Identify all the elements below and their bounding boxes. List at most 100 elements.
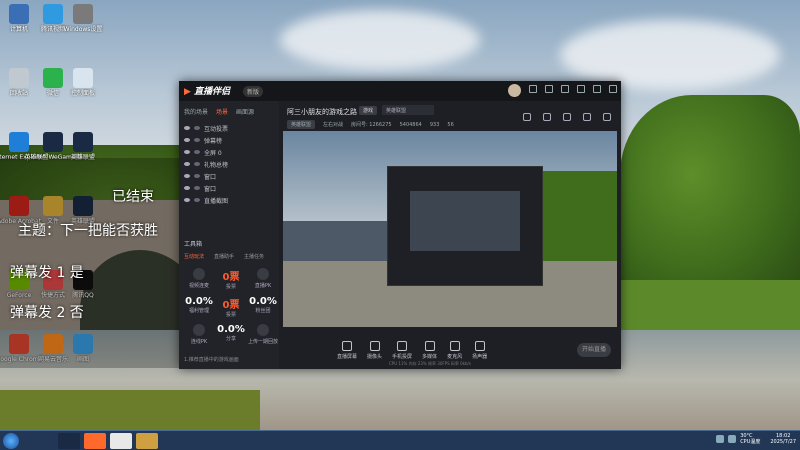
toolbox-item-value: 0票	[222, 272, 240, 283]
source-action-button[interactable]: 摄像头	[367, 340, 382, 360]
toolbox-item-label: 福利管理	[188, 308, 209, 314]
desktop-icon[interactable]: 微信	[36, 68, 70, 97]
taskbar-app[interactable]	[58, 433, 80, 449]
desktop-icon[interactable]: 控制面板	[66, 68, 100, 97]
app-icon	[73, 132, 93, 152]
lock-icon[interactable]	[194, 162, 200, 166]
toolbox-item[interactable]: 0.0% 分享	[216, 324, 246, 345]
desktop-icon[interactable]: Windows设置	[64, 4, 102, 33]
toolbox-item-value: 0票	[222, 300, 240, 311]
toolbox-item[interactable]: 视频连麦	[184, 268, 214, 290]
taskbar-app[interactable]	[84, 433, 106, 449]
room-id: 房间号: 1266275	[351, 122, 392, 128]
desktop-icon-label: 控制面板	[70, 90, 95, 97]
eye-icon[interactable]	[184, 150, 190, 154]
app-logo: ▶ 直播伴侣	[184, 87, 231, 97]
live-preview[interactable]	[283, 131, 617, 327]
eye-icon[interactable]	[184, 198, 190, 202]
vote-option-2: 弹幕发 2 否	[10, 305, 84, 321]
source-item[interactable]: 互动投票	[179, 122, 279, 134]
source-item[interactable]: 全屏 0	[179, 146, 279, 158]
minimize-button[interactable]	[577, 85, 585, 93]
menu-icon[interactable]	[561, 85, 569, 93]
wallpaper-cloud	[560, 20, 780, 90]
taskbar-app[interactable]	[136, 433, 158, 449]
desktop-icon[interactable]: 英雄联盟	[66, 132, 100, 161]
message-icon[interactable]	[529, 85, 537, 93]
volume-icon[interactable]	[728, 435, 737, 443]
wallpaper-grass	[0, 390, 260, 430]
room-mode: 左右对战	[323, 122, 344, 128]
network-icon[interactable]	[716, 435, 725, 443]
source-item[interactable]: 窗口	[179, 170, 279, 182]
eye-icon[interactable]	[184, 162, 190, 166]
lock-icon[interactable]	[194, 198, 200, 202]
vote-topic: 主题：下一把能否获胜	[18, 223, 158, 239]
lock-icon[interactable]	[194, 186, 200, 190]
title-bar: ▶ 直播伴侣 新版	[179, 81, 621, 101]
share-icon[interactable]	[603, 113, 611, 121]
close-button[interactable]	[609, 85, 617, 93]
source-item[interactable]: 窗口	[179, 182, 279, 194]
taskbar-app[interactable]	[110, 433, 132, 449]
lock-icon[interactable]	[194, 126, 200, 130]
scene-tab[interactable]: 我的场景	[184, 107, 208, 116]
source-action-button[interactable]: 麦克风	[447, 340, 462, 360]
weather-widget[interactable]: 30°C CPU温度	[740, 433, 760, 445]
version-badge[interactable]: 新版	[243, 86, 264, 97]
clock[interactable]: 18:02 2025/7/27	[770, 433, 796, 445]
source-action-button[interactable]: 多媒体	[422, 340, 437, 360]
toolbox-item[interactable]: 直播PK	[248, 268, 278, 290]
toolbox-item[interactable]: 连线PK	[184, 324, 214, 345]
toolbox-item-label: 直播PK	[254, 283, 272, 289]
toolbox-item[interactable]: 0票 投票	[216, 268, 246, 290]
toolbox-item-label: 连线PK	[190, 339, 208, 345]
avatar[interactable]	[508, 84, 521, 97]
eye-icon[interactable]	[184, 138, 190, 142]
source-action-button[interactable]: 扬声器	[472, 340, 488, 360]
toolbox-tab[interactable]: 主播任务	[244, 253, 264, 260]
source-action-button[interactable]: 手机投屏	[392, 340, 412, 360]
eye-icon[interactable]	[184, 126, 190, 130]
start-live-button[interactable]: 开始直播	[577, 343, 611, 357]
room-title[interactable]: 阿三小朋友的游戏之路	[287, 107, 357, 117]
settings-icon[interactable]	[545, 85, 553, 93]
lock-icon[interactable]	[194, 150, 200, 154]
tool-icon	[193, 268, 205, 280]
nested-preview-inner	[410, 191, 520, 251]
desktop-icon[interactable]: 英雄联盟WeGame版	[24, 132, 82, 161]
lock-icon[interactable]	[194, 174, 200, 178]
source-item[interactable]: 直播截图	[179, 194, 279, 206]
eye-icon[interactable]	[184, 186, 190, 190]
clock-date: 2025/7/27	[770, 439, 796, 445]
start-button[interactable]	[3, 433, 19, 449]
app-icon	[9, 132, 29, 152]
app-name: 直播伴侣	[194, 87, 231, 97]
toolbox-item[interactable]: 上传一期回放	[248, 324, 278, 345]
lock-icon[interactable]	[543, 113, 551, 121]
source-item[interactable]: 礼物总榜	[179, 158, 279, 170]
maximize-button[interactable]	[593, 85, 601, 93]
action-icon	[449, 340, 460, 351]
app-icon	[43, 132, 63, 152]
game-select[interactable]: 英雄联盟	[382, 105, 434, 115]
scene-tab[interactable]: 场景	[216, 107, 228, 116]
toolbox-item[interactable]: 0.0% 粉丝团	[248, 296, 278, 318]
source-label: 互动投票	[204, 125, 229, 133]
scene-tab[interactable]: 画面源	[236, 107, 254, 116]
lock-icon[interactable]	[194, 138, 200, 142]
shop-icon[interactable]	[563, 113, 571, 121]
grid-icon[interactable]	[583, 113, 591, 121]
gift-icon[interactable]	[523, 113, 531, 121]
desktop-icon[interactable]: 回收站	[2, 68, 36, 97]
eye-icon[interactable]	[184, 174, 190, 178]
toolbox-tab[interactable]: 互动玩法	[184, 253, 204, 260]
source-action-button[interactable]: 直播屏幕	[337, 340, 357, 360]
source-item[interactable]: 弹幕榜	[179, 134, 279, 146]
desktop-icon[interactable]: 计算机	[2, 4, 36, 33]
app-icon	[73, 68, 93, 88]
toolbox-item[interactable]: 0票 投票	[216, 296, 246, 318]
action-label: 扬声器	[472, 353, 488, 360]
toolbox-item[interactable]: 0.0% 福利管理	[184, 296, 214, 318]
toolbox-tab[interactable]: 直播助手	[214, 253, 234, 260]
